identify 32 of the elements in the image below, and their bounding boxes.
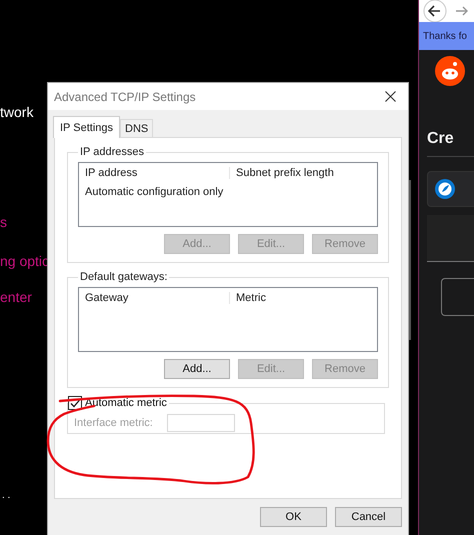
heading-text: Cre: [427, 130, 474, 157]
logo-icon[interactable]: [435, 56, 465, 86]
link-text[interactable]: enter: [0, 289, 32, 305]
group-title: IP addresses: [79, 146, 146, 158]
action-button[interactable]: Add...: [164, 359, 230, 379]
scrollbar[interactable]: [409, 180, 411, 340]
input-field[interactable]: [441, 278, 474, 316]
dialog-button[interactable]: Cancel: [335, 507, 402, 527]
forward-icon[interactable]: [455, 4, 469, 18]
link-text[interactable]: ng optic: [0, 253, 50, 269]
column-header[interactable]: Gateway: [79, 292, 229, 304]
column-header[interactable]: Subnet prefix length: [229, 167, 334, 179]
card[interactable]: [427, 171, 474, 207]
tab[interactable]: IP Settings: [53, 116, 120, 138]
dialog-button[interactable]: OK: [260, 507, 327, 527]
list-box[interactable]: Gateway Metric: [78, 287, 378, 352]
back-icon[interactable]: [423, 0, 447, 23]
tab[interactable]: DNS: [120, 119, 154, 137]
column-header[interactable]: IP address: [79, 167, 229, 179]
list-item[interactable]: Automatic configuration only: [79, 183, 377, 201]
window-title: Advanced TCP/IP Settings: [54, 90, 196, 104]
field-label: Interface metric:: [74, 417, 153, 429]
heading-text: twork: [0, 104, 34, 120]
close-icon[interactable]: [385, 91, 396, 102]
checkbox-label[interactable]: Automatic metric: [85, 397, 167, 409]
column-header[interactable]: Metric: [229, 292, 266, 304]
check-icon: [70, 398, 80, 408]
list-box[interactable]: IP address Subnet prefix length Automatic configuration only: [78, 162, 378, 227]
link-text[interactable]: s: [0, 214, 7, 230]
dots-text: . .: [2, 490, 10, 501]
banner-text: Thanks fo: [423, 30, 467, 42]
group-title: Default gateways:: [79, 271, 168, 283]
